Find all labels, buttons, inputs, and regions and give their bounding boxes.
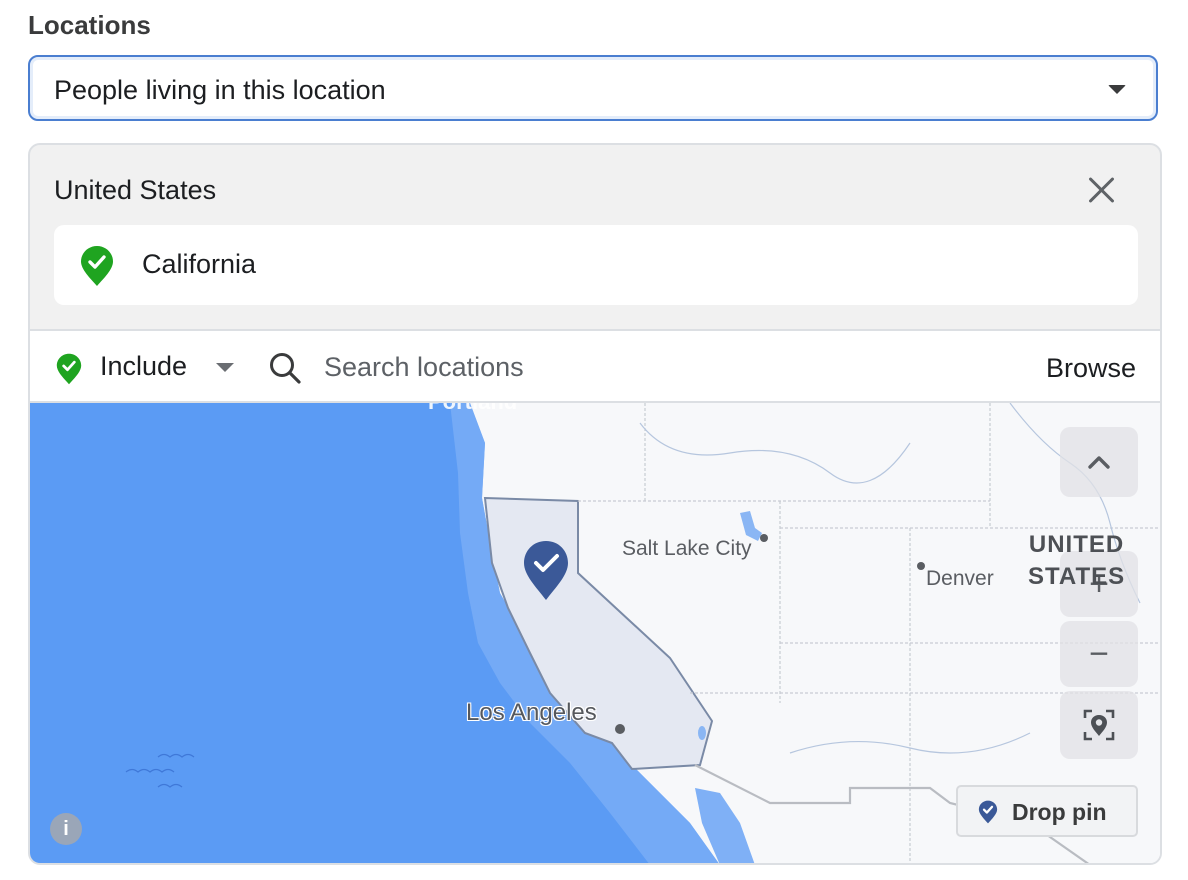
map-label-salt-lake-city: Salt Lake City [622, 537, 752, 560]
search-icon [268, 351, 302, 390]
map-label-denver: Denver [926, 567, 994, 590]
audience-type-select[interactable]: People living in this location [28, 55, 1158, 121]
drop-pin-label: Drop pin [1012, 799, 1107, 825]
location-search-bar: Include Browse [30, 329, 1160, 403]
chevron-up-icon [1060, 427, 1138, 497]
locate-pin-icon [1060, 691, 1138, 759]
include-caret-icon[interactable] [216, 363, 234, 372]
drop-pin-button[interactable]: Drop pin [956, 785, 1138, 837]
location-pin-check-icon [80, 245, 114, 292]
search-locations-input[interactable] [322, 345, 966, 389]
map-label-country: UNITED STATES [1028, 529, 1125, 593]
country-label-line1: UNITED [1028, 531, 1125, 558]
country-label-line2: STATES [1028, 563, 1126, 590]
collapse-map-button[interactable] [1060, 427, 1138, 497]
map-label-portland: Portland [428, 403, 517, 415]
selected-location-name: California [142, 249, 257, 279]
audience-type-value: People living in this location [54, 75, 386, 105]
country-title: United States [54, 175, 217, 205]
minus-icon: − [1089, 634, 1109, 673]
locate-button[interactable] [1060, 691, 1138, 759]
map-label-los-angeles: Los Angeles [466, 699, 597, 726]
location-panel: United States California Include Brows [28, 143, 1162, 865]
drop-pin-icon [978, 800, 998, 829]
zoom-out-button[interactable]: − [1060, 621, 1138, 687]
close-icon[interactable] [1084, 173, 1118, 207]
selected-location-chip: California [54, 225, 1138, 305]
browse-button[interactable]: Browse [1046, 353, 1136, 384]
caret-down-icon [1108, 85, 1126, 94]
info-icon[interactable]: i [50, 813, 82, 845]
map-view[interactable]: Portland Salt Lake City Denver Los Angel… [30, 403, 1160, 863]
include-dropdown[interactable]: Include [100, 351, 187, 382]
include-pin-icon [56, 353, 82, 390]
locations-heading: Locations [28, 10, 151, 40]
